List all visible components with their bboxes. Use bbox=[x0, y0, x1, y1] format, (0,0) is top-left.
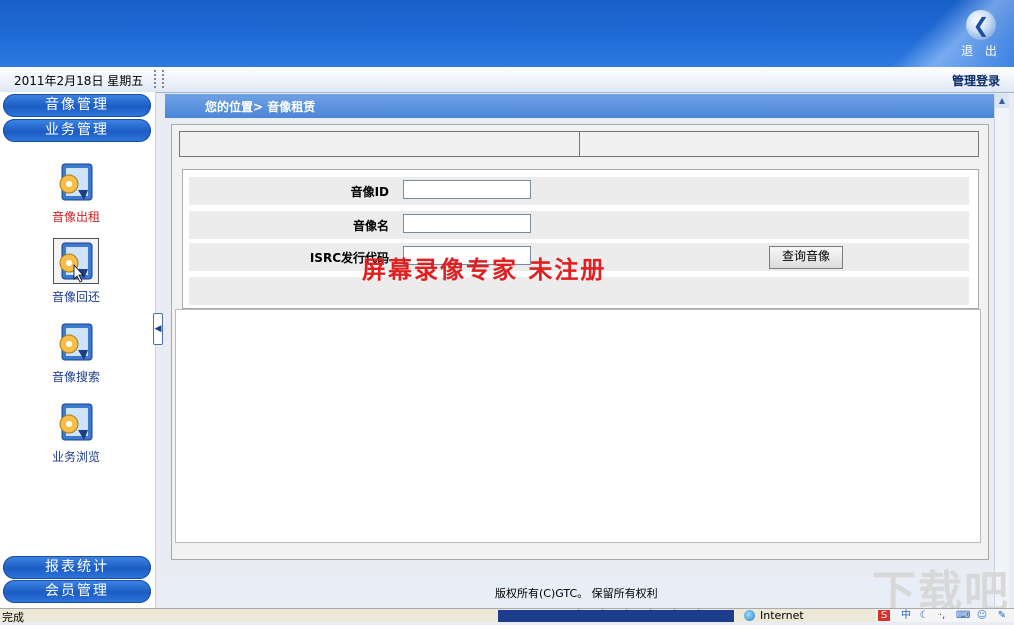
media-disc-icon bbox=[54, 320, 98, 364]
media-name-label: 音像名 bbox=[352, 219, 389, 233]
exit-button[interactable]: ❮ 退 出 bbox=[960, 10, 1002, 62]
query-media-button[interactable]: 查询音像 bbox=[769, 246, 843, 269]
collapse-sidebar-button[interactable]: ◀ bbox=[153, 313, 163, 345]
menu-business-management[interactable]: 业务管理 bbox=[3, 119, 151, 142]
content-panel: 音像ID 音像名 ISRC发行代码 查询音像 bbox=[171, 124, 989, 560]
globe-icon bbox=[744, 610, 755, 621]
sidebar: 音像管理 业务管理 音像出租 音像回还 音像搜索 业务浏览 报表统计 会员管理 bbox=[0, 92, 156, 608]
menu-reports[interactable]: 报表统计 bbox=[3, 556, 151, 579]
nav-item-rental[interactable]: 音像出租 bbox=[30, 160, 122, 225]
exit-label: 退 出 bbox=[961, 44, 1001, 58]
nav-item-label: 音像出租 bbox=[51, 210, 100, 224]
media-id-label: 音像ID bbox=[350, 185, 389, 199]
splitter-handle[interactable] bbox=[154, 70, 164, 88]
media-disc-icon bbox=[54, 160, 98, 204]
keyboard-icon[interactable]: ⌨ bbox=[956, 610, 970, 621]
nav-item-search[interactable]: 音像搜索 bbox=[30, 320, 122, 385]
nav-item-label: 业务浏览 bbox=[51, 450, 100, 464]
menu-media-management[interactable]: 音像管理 bbox=[3, 94, 151, 117]
recorder-watermark: 屏幕录像专家 未注册 bbox=[362, 255, 607, 284]
vertical-scrollbar[interactable]: ▲ bbox=[994, 94, 1009, 608]
chevron-left-icon: ◀ bbox=[154, 324, 162, 334]
progress-bar bbox=[498, 610, 734, 622]
media-disc-icon bbox=[53, 238, 99, 284]
menu-members[interactable]: 会员管理 bbox=[3, 580, 151, 603]
media-disc-icon bbox=[54, 400, 98, 444]
admin-login-link[interactable]: 管理登录 bbox=[952, 72, 1000, 89]
info-bar: 2011年2月18日 星期五 管理登录 bbox=[0, 67, 1014, 93]
search-form: 音像ID 音像名 ISRC发行代码 查询音像 bbox=[182, 169, 979, 309]
media-id-input[interactable] bbox=[403, 180, 531, 199]
sogou-s-icon[interactable]: S bbox=[878, 610, 890, 621]
nav-item-browse[interactable]: 业务浏览 bbox=[30, 400, 122, 465]
moon-icon[interactable]: ☾ bbox=[918, 610, 930, 621]
nav-item-label: 音像回还 bbox=[51, 290, 100, 304]
back-arrow-icon: ❮ bbox=[966, 10, 996, 40]
media-name-input[interactable] bbox=[403, 214, 531, 233]
browser-status-bar: 完成 Internet S 中 ☾ ·, ⌨ ☺ ✎ bbox=[0, 608, 1014, 624]
ime-chinese-icon[interactable]: 中 bbox=[900, 610, 912, 621]
current-date: 2011年2月18日 星期五 bbox=[14, 74, 144, 88]
page-footer: 版权所有(C)GTC。 保留所有权利 bbox=[165, 581, 994, 603]
copyright-text: 版权所有(C)GTC。 保留所有权利 bbox=[495, 587, 658, 600]
breadcrumb: 您的位置> 音像租赁 bbox=[205, 100, 316, 114]
column-divider bbox=[579, 132, 580, 156]
wrench-icon[interactable]: ✎ bbox=[996, 610, 1008, 621]
form-row-name: 音像名 bbox=[189, 211, 969, 239]
results-area bbox=[175, 309, 981, 543]
breadcrumb-bar: 您的位置> 音像租赁 bbox=[165, 94, 994, 118]
user-icon[interactable]: ☺ bbox=[976, 610, 988, 621]
nav-item-return[interactable]: 音像回还 bbox=[30, 238, 122, 305]
header-table-row bbox=[179, 131, 979, 157]
system-tray: S 中 ☾ ·, ⌨ ☺ ✎ bbox=[876, 609, 1014, 622]
punctuation-icon[interactable]: ·, bbox=[936, 610, 948, 621]
top-banner: ❮ 退 出 bbox=[0, 0, 1014, 67]
nav-item-label: 音像搜索 bbox=[51, 370, 100, 384]
security-zone-text: Internet bbox=[760, 609, 804, 622]
scroll-up-icon[interactable]: ▲ bbox=[995, 94, 1009, 108]
status-text: 完成 bbox=[2, 611, 24, 624]
form-row-id: 音像ID bbox=[189, 177, 969, 205]
